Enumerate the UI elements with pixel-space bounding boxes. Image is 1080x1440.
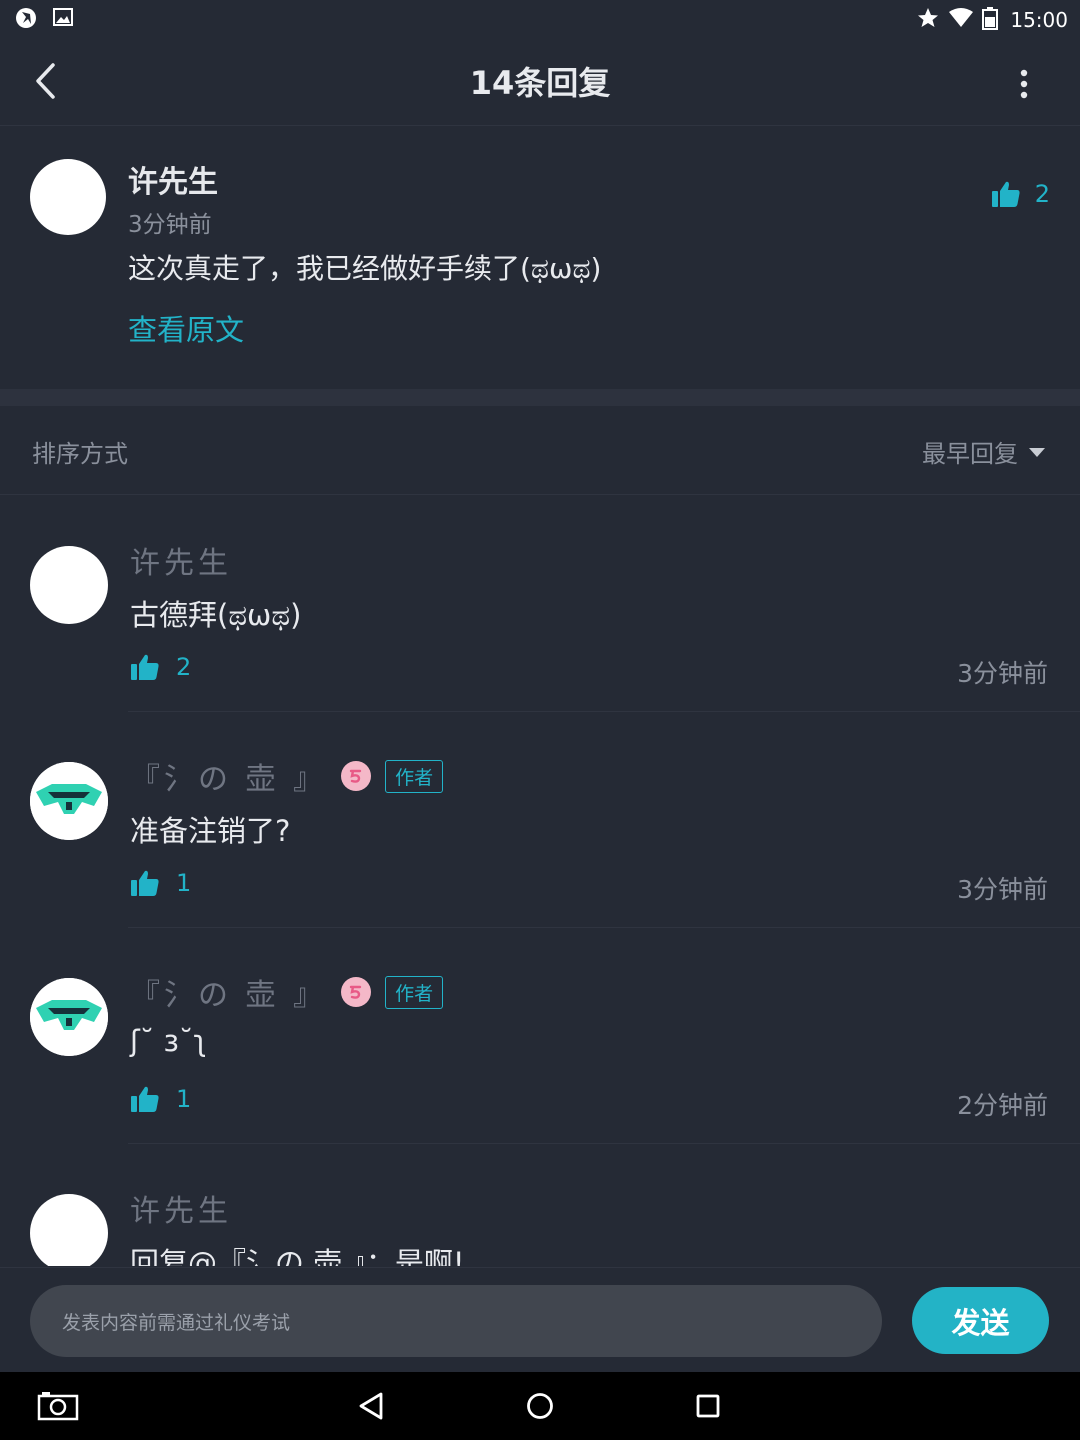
- original-comment: 许先生 3分钟前 这次真走了，我已经做好手续了(ಥωಥ) 查看原文 2: [0, 127, 1080, 389]
- reply-text: 准备注销了?: [130, 814, 291, 848]
- avatar[interactable]: [30, 159, 106, 235]
- like-button[interactable]: 2: [130, 652, 191, 682]
- title-bar: 14条回复: [0, 36, 1080, 126]
- comment-author[interactable]: 许先生: [128, 157, 218, 201]
- level-badge-icon: [341, 977, 372, 1007]
- page-title: 14条回复: [469, 64, 611, 102]
- reply-author[interactable]: 『氵の 壶 』: [130, 754, 327, 798]
- reply-text: ʃ˘ ɜ˘ʅ: [130, 1024, 207, 1058]
- reply-author[interactable]: 『氵の 壶 』: [130, 970, 327, 1014]
- more-options-button[interactable]: [1004, 64, 1044, 104]
- like-count: 2: [176, 653, 192, 681]
- nav-recents-button[interactable]: [686, 1386, 730, 1426]
- status-bar: 15:00: [0, 0, 1080, 36]
- image-icon: [52, 6, 74, 34]
- reply-author[interactable]: 许先生: [130, 538, 232, 582]
- nav-back-button[interactable]: [349, 1386, 393, 1426]
- send-button[interactable]: 发送: [912, 1287, 1049, 1354]
- pixel-art-avatar-icon: [30, 978, 108, 1056]
- sort-dropdown[interactable]: 最早回复: [922, 434, 1046, 469]
- system-nav-bar: [0, 1372, 1080, 1440]
- reply-author[interactable]: 许先生: [130, 1186, 232, 1230]
- reply-item: 许先生 回复@『氵の 壶 』：是啊!: [0, 1144, 1080, 1266]
- nav-home-button[interactable]: [518, 1386, 562, 1426]
- camera-icon: [37, 1392, 79, 1421]
- like-button[interactable]: 1: [130, 868, 191, 898]
- more-vertical-icon: [1020, 69, 1028, 99]
- reply-item: 『氵の 壶 』 作者 ʃ˘ ɜ˘ʅ 1 2分钟前: [0, 928, 1080, 1144]
- thumbs-up-icon: [131, 1086, 159, 1112]
- thumbs-up-icon: [131, 870, 159, 896]
- composer-bar: 发表内容前需通过礼仪考试 发送: [0, 1267, 1080, 1372]
- avatar[interactable]: [30, 762, 108, 840]
- like-button[interactable]: 2: [991, 179, 1050, 209]
- like-count: 1: [176, 1085, 192, 1113]
- reply-time: 3分钟前: [957, 659, 1048, 688]
- avatar[interactable]: [30, 1194, 108, 1266]
- author-tag: 作者: [385, 975, 444, 1009]
- circle-home-icon: [527, 1393, 553, 1419]
- reply-time: 2分钟前: [957, 1091, 1048, 1120]
- comment-time: 3分钟前: [128, 212, 212, 238]
- like-count: 1: [176, 869, 192, 897]
- triangle-back-icon: [359, 1392, 383, 1420]
- location-icon: [14, 6, 38, 34]
- author-tag: 作者: [385, 759, 444, 793]
- avatar[interactable]: [30, 978, 108, 1056]
- reply-item: 许先生 古德拜(ಥωಥ) 2 3分钟前: [0, 496, 1080, 712]
- star-icon: [916, 6, 940, 34]
- screenshot-button[interactable]: [36, 1386, 80, 1426]
- avatar[interactable]: [30, 546, 108, 624]
- section-divider: [0, 389, 1080, 406]
- sort-row: 排序方式 最早回复: [0, 406, 1080, 495]
- level-badge-icon: [341, 761, 372, 791]
- sort-label: 排序方式: [32, 440, 128, 468]
- reply-text: 古德拜(ಥωಥ): [130, 598, 302, 632]
- comment-text: 这次真走了，我已经做好手续了(ಥωಥ): [128, 252, 602, 285]
- square-recents-icon: [696, 1394, 720, 1418]
- reply-list: 许先生 古德拜(ಥωಥ) 2 3分钟前 『氵の 壶 』 作者 准备注销了? 1 …: [0, 496, 1080, 1266]
- thumbs-up-icon: [131, 654, 159, 680]
- like-button[interactable]: 1: [130, 1084, 191, 1114]
- pixel-art-avatar-icon: [30, 762, 108, 840]
- reply-time: 3分钟前: [957, 875, 1048, 904]
- clock: 15:00: [1010, 8, 1068, 32]
- wifi-icon: [948, 7, 974, 33]
- sort-selected: 最早回复: [922, 440, 1018, 468]
- comment-input[interactable]: 发表内容前需通过礼仪考试: [30, 1285, 882, 1357]
- reply-item: 『氵の 壶 』 作者 准备注销了? 1 3分钟前: [0, 712, 1080, 928]
- battery-icon: [982, 6, 999, 34]
- view-original-link[interactable]: 查看原文: [128, 307, 244, 349]
- reply-text: 回复@『氵の 壶 』：是啊!: [130, 1246, 465, 1266]
- like-count: 2: [1034, 180, 1050, 208]
- thumbs-up-icon: [991, 181, 1020, 207]
- caret-down-icon: [1029, 447, 1045, 457]
